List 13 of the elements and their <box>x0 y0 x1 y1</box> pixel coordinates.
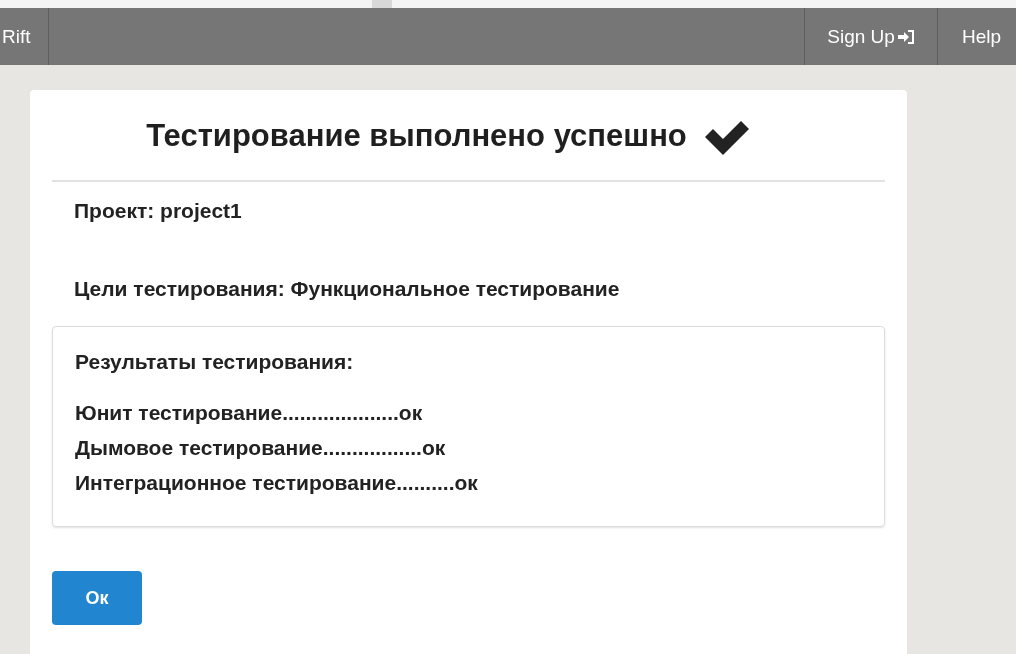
results-heading: Результаты тестирования: <box>75 349 355 375</box>
result-line: Юнит тестирование....................ок <box>75 400 424 426</box>
ok-button[interactable]: Ок <box>52 571 142 625</box>
sign-in-icon <box>896 29 915 44</box>
goals-label: Цели тестирования: Функциональное тестирование <box>74 276 621 302</box>
nav-link[interactable]: Help <box>936 8 1016 65</box>
project-label: Проект: project1 <box>74 198 243 224</box>
result-line: Дымовое тестирование.................ок <box>75 435 447 461</box>
result-line: Интеграционное тестирование..........ок <box>75 470 479 496</box>
brand-link[interactable]: Rift <box>0 8 49 65</box>
dialog-title: Тестирование выполнено успешно <box>146 118 687 154</box>
nav-link[interactable]: Sign Up <box>804 8 937 65</box>
window-edge <box>372 0 392 8</box>
